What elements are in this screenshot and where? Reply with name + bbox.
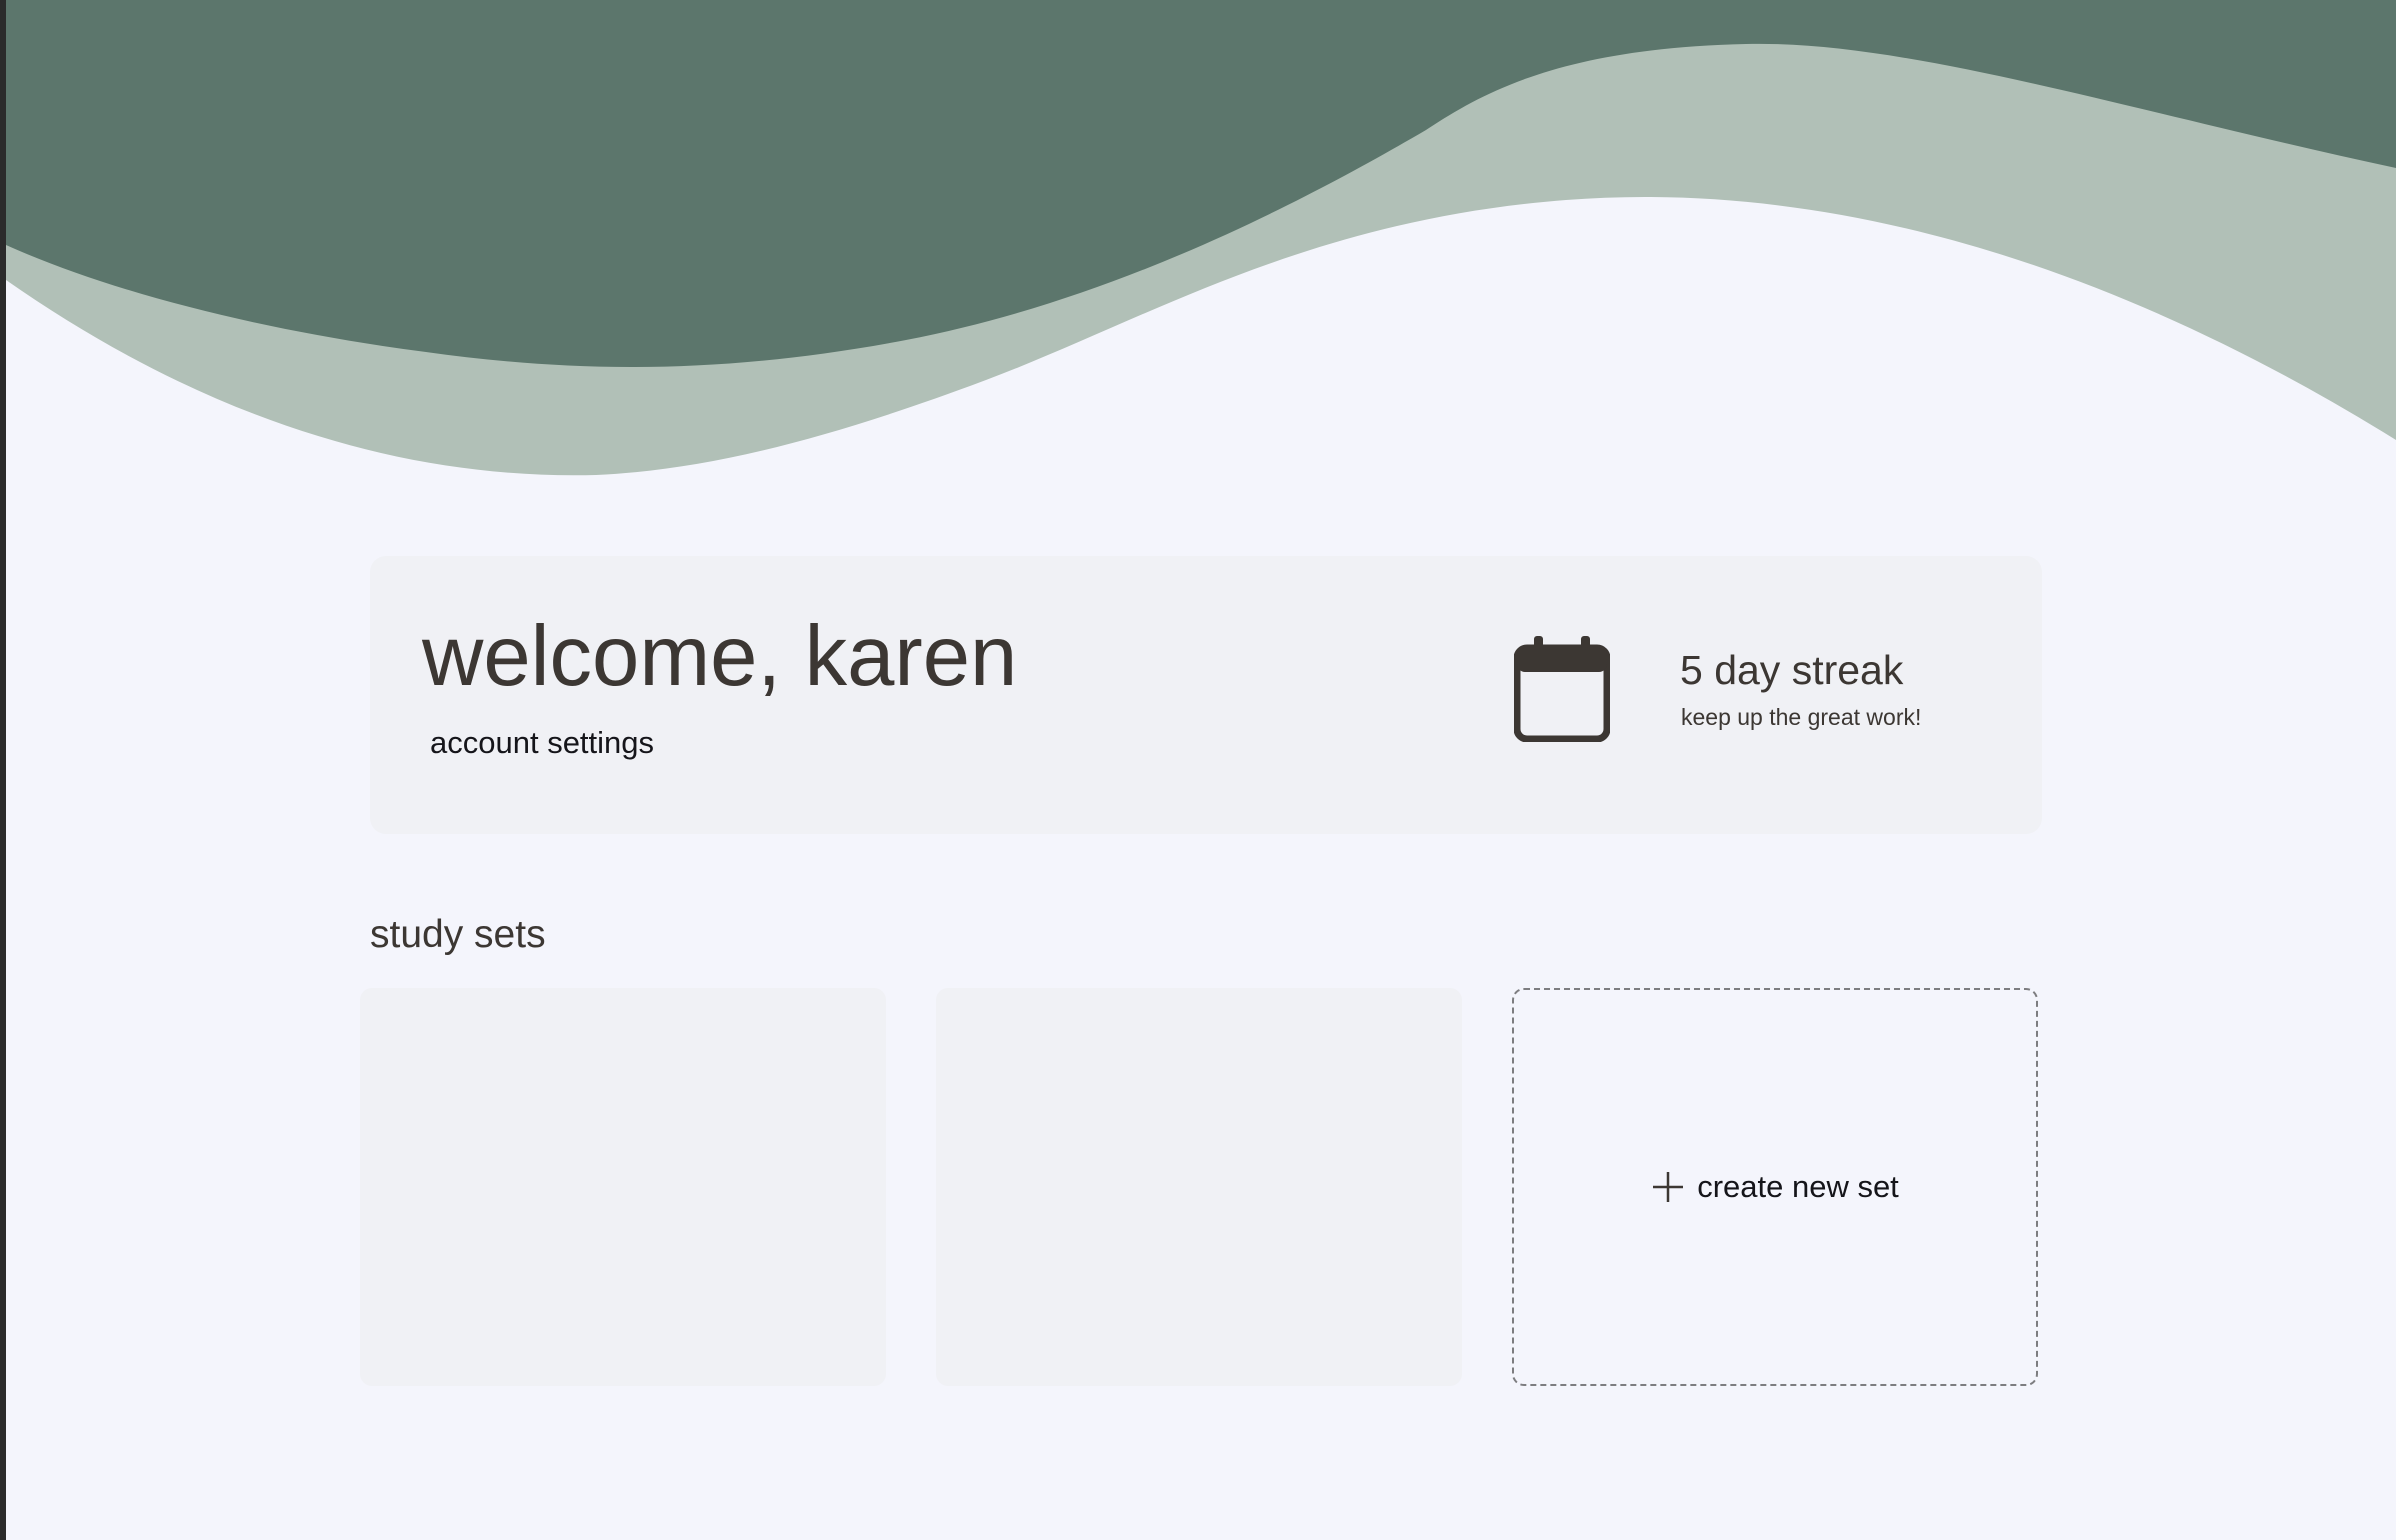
streak-title: 5 day streak xyxy=(1680,647,1904,693)
account-settings-link[interactable]: account settings xyxy=(430,724,654,761)
welcome-title: welcome, karen xyxy=(422,609,1018,704)
study-set-card[interactable] xyxy=(936,988,1462,1386)
welcome-card: welcome, karen account settings 5 day st… xyxy=(370,556,2042,834)
study-sets-title: study sets xyxy=(370,913,546,956)
app-frame: welcome, karen account settings 5 day st… xyxy=(6,0,2396,1540)
create-new-set-label: create new set xyxy=(1697,1169,1899,1205)
create-new-set-button[interactable]: create new set xyxy=(1512,988,2038,1386)
streak-subtitle: keep up the great work! xyxy=(1681,704,1922,730)
header-wave-decoration xyxy=(6,0,2396,500)
calendar-icon xyxy=(1514,636,1610,742)
plus-icon xyxy=(1653,1172,1684,1202)
create-new-set-content: create new set xyxy=(1651,1168,1899,1205)
study-set-card[interactable] xyxy=(360,988,886,1386)
